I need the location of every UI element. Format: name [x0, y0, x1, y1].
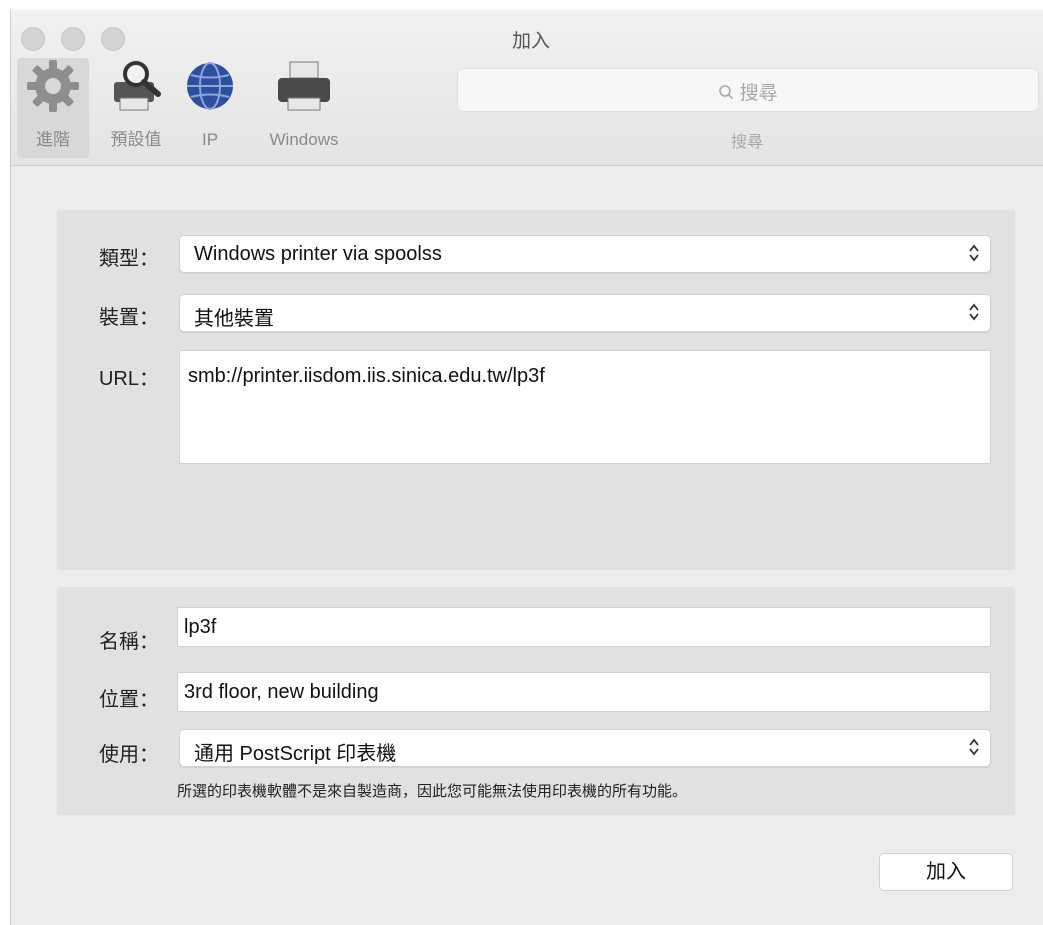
type-value: Windows printer via spoolss — [194, 243, 442, 265]
device-value: 其他裝置 — [194, 308, 274, 330]
toolbar-item-label: IP — [201, 130, 219, 149]
name-label: 名稱： — [99, 631, 159, 653]
location-field[interactable]: 3rd floor, new building — [177, 672, 991, 712]
toolbar-item-windows[interactable]: Windows — [251, 58, 357, 158]
toolbar-item-label: 預設值 — [110, 130, 162, 149]
name-value: lp3f — [184, 616, 217, 638]
url-label: URL： — [98, 368, 159, 390]
toolbar-item-label: Windows — [269, 130, 339, 149]
driver-value: 通用 PostScript 印表機 — [194, 743, 397, 765]
search-icon — [718, 83, 739, 104]
driver-warning: 所選的印表機軟體不是來自製造商，因此您可能無法使用印表機的所有功能。 — [177, 783, 688, 800]
location-label: 位置： — [99, 689, 159, 711]
chevron-updown-icon — [969, 738, 979, 756]
add-button[interactable]: 加入 — [879, 853, 1013, 891]
device-label: 裝置： — [99, 307, 159, 329]
toolbar-item-ip[interactable]: IP — [181, 58, 239, 158]
search-field[interactable]: 搜尋 — [457, 68, 1039, 112]
use-label: 使用： — [99, 744, 159, 766]
name-field[interactable]: lp3f — [177, 607, 991, 647]
toolbar-item-default[interactable]: 預設值 — [97, 58, 175, 158]
device-popup[interactable]: 其他裝置 — [179, 294, 991, 332]
url-value: smb://printer.iisdom.iis.sinica.edu.tw/l… — [188, 365, 545, 387]
location-value: 3rd floor, new building — [184, 681, 379, 703]
window-title: 加入 — [511, 31, 550, 52]
driver-popup[interactable]: 通用 PostScript 印表機 — [179, 729, 991, 767]
chevron-updown-icon — [969, 244, 979, 262]
printer-icon — [272, 58, 336, 119]
toolbar-item-advanced[interactable]: 進階 — [17, 58, 89, 158]
toolbar-item-label: 進階 — [36, 130, 70, 149]
add-printer-window: 加入 進階 預設值 IP Windows 搜尋 搜尋 類型： Windows p… — [10, 10, 1043, 925]
chevron-updown-icon — [969, 303, 979, 321]
type-label: 類型： — [99, 248, 159, 270]
url-field[interactable]: smb://printer.iisdom.iis.sinica.edu.tw/l… — [179, 350, 991, 464]
toolbar: 加入 進階 預設值 IP Windows 搜尋 搜尋 — [11, 10, 1043, 166]
type-popup[interactable]: Windows printer via spoolss — [179, 235, 991, 273]
globe-icon — [182, 58, 238, 119]
printer-search-icon — [106, 58, 166, 119]
search-caption: 搜尋 — [730, 134, 763, 151]
search-placeholder: 搜尋 — [739, 83, 778, 104]
gear-icon — [25, 58, 81, 119]
